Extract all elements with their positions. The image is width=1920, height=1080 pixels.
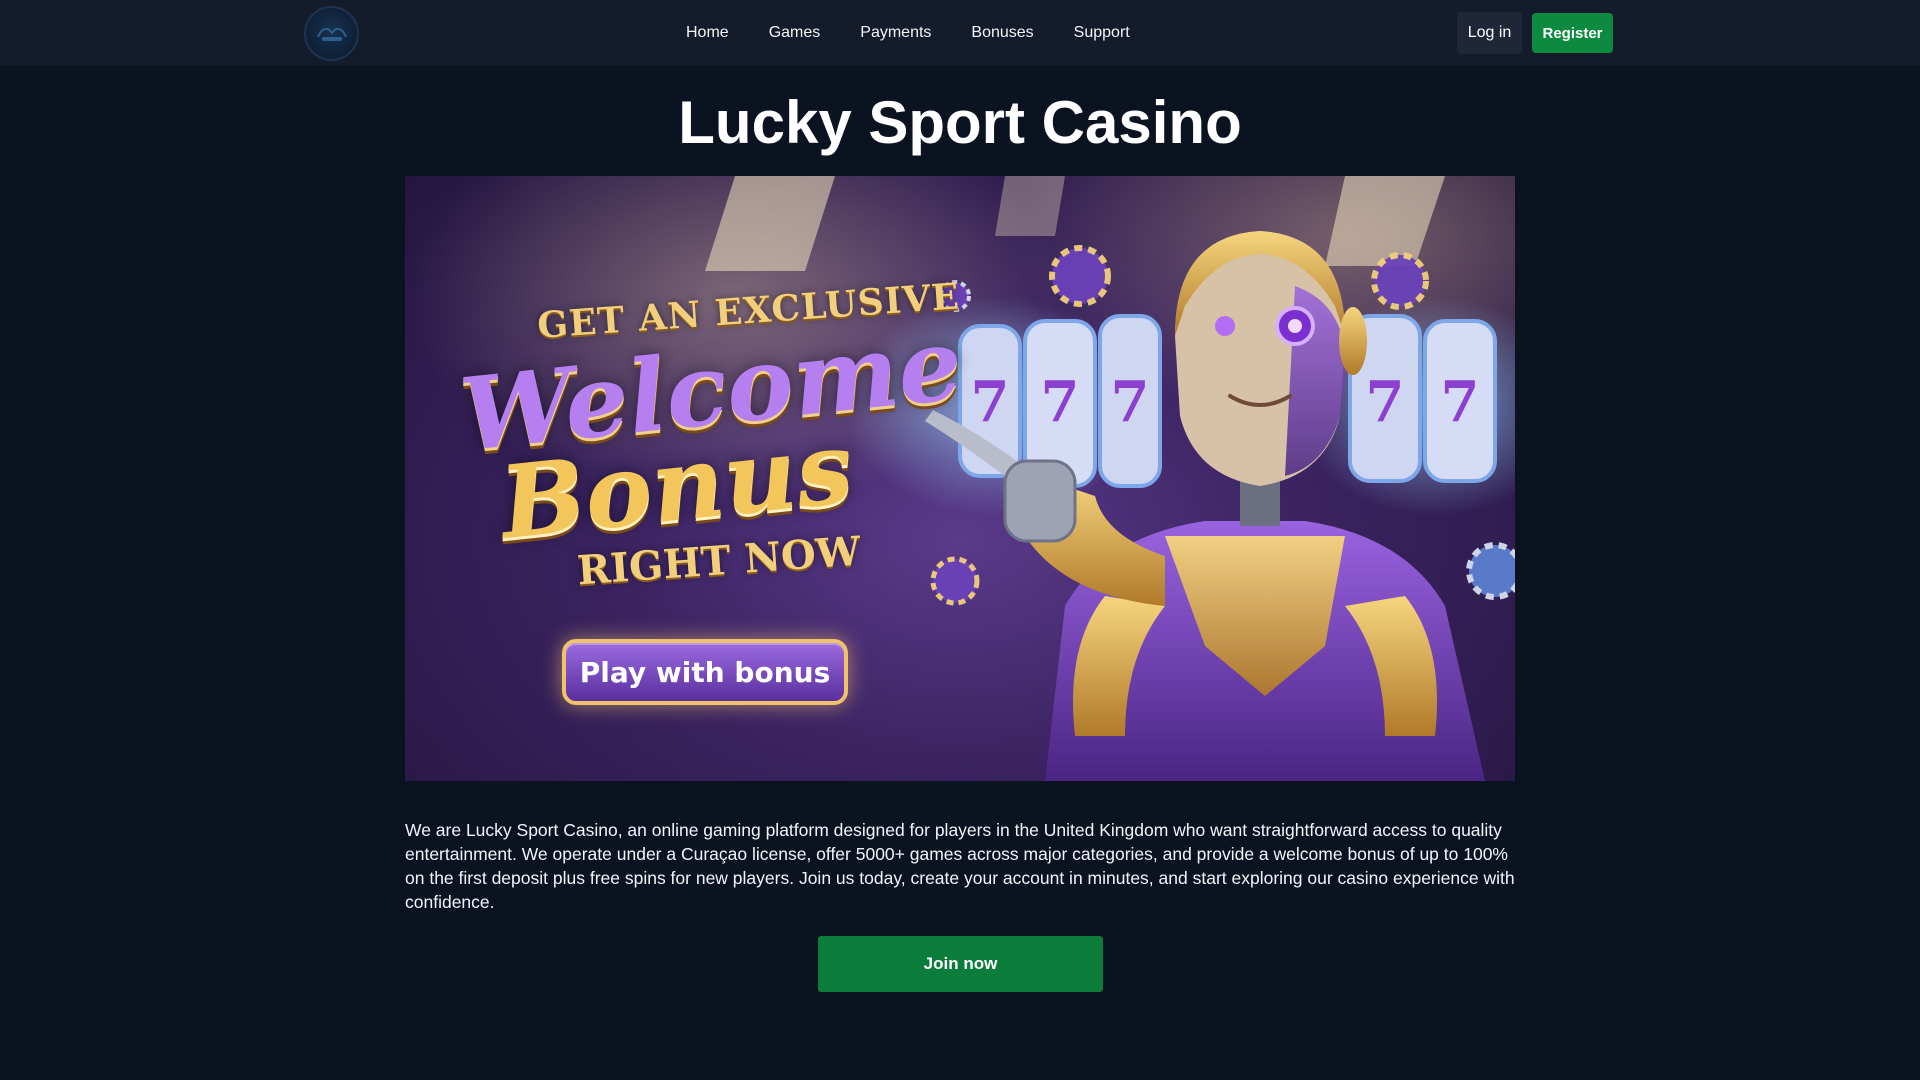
nav-games[interactable]: Games [769, 24, 821, 42]
main-nav: Home Games Payments Bonuses Support [686, 0, 1130, 66]
svg-text:7: 7 [1111, 369, 1150, 435]
register-button[interactable]: Register [1532, 13, 1613, 53]
nav-payments[interactable]: Payments [860, 24, 931, 42]
logo[interactable] [304, 6, 359, 61]
svg-text:7: 7 [1366, 369, 1405, 435]
page-title: Lucky Sport Casino [678, 89, 1242, 156]
intro-paragraph: We are Lucky Sport Casino, an online gam… [405, 820, 1515, 912]
svg-text:7: 7 [971, 369, 1010, 435]
nav-home[interactable]: Home [686, 24, 729, 42]
login-button[interactable]: Log in [1457, 12, 1522, 54]
play-with-bonus-button[interactable]: Play with bonus [562, 639, 848, 705]
lucky-sport-logo-icon [316, 27, 347, 41]
svg-text:7: 7 [1041, 369, 1080, 435]
nav-support[interactable]: Support [1074, 24, 1130, 42]
join-now-button[interactable]: Join now [818, 936, 1103, 992]
svg-text:7: 7 [1441, 369, 1480, 435]
nav-bonuses[interactable]: Bonuses [971, 24, 1033, 42]
welcome-bonus-banner[interactable]: 7 7 7 7 7 GET AN EXCLUSIVE Welcome Bonus… [405, 176, 1515, 781]
site-header: Home Games Payments Bonuses Support Log … [0, 0, 1920, 66]
